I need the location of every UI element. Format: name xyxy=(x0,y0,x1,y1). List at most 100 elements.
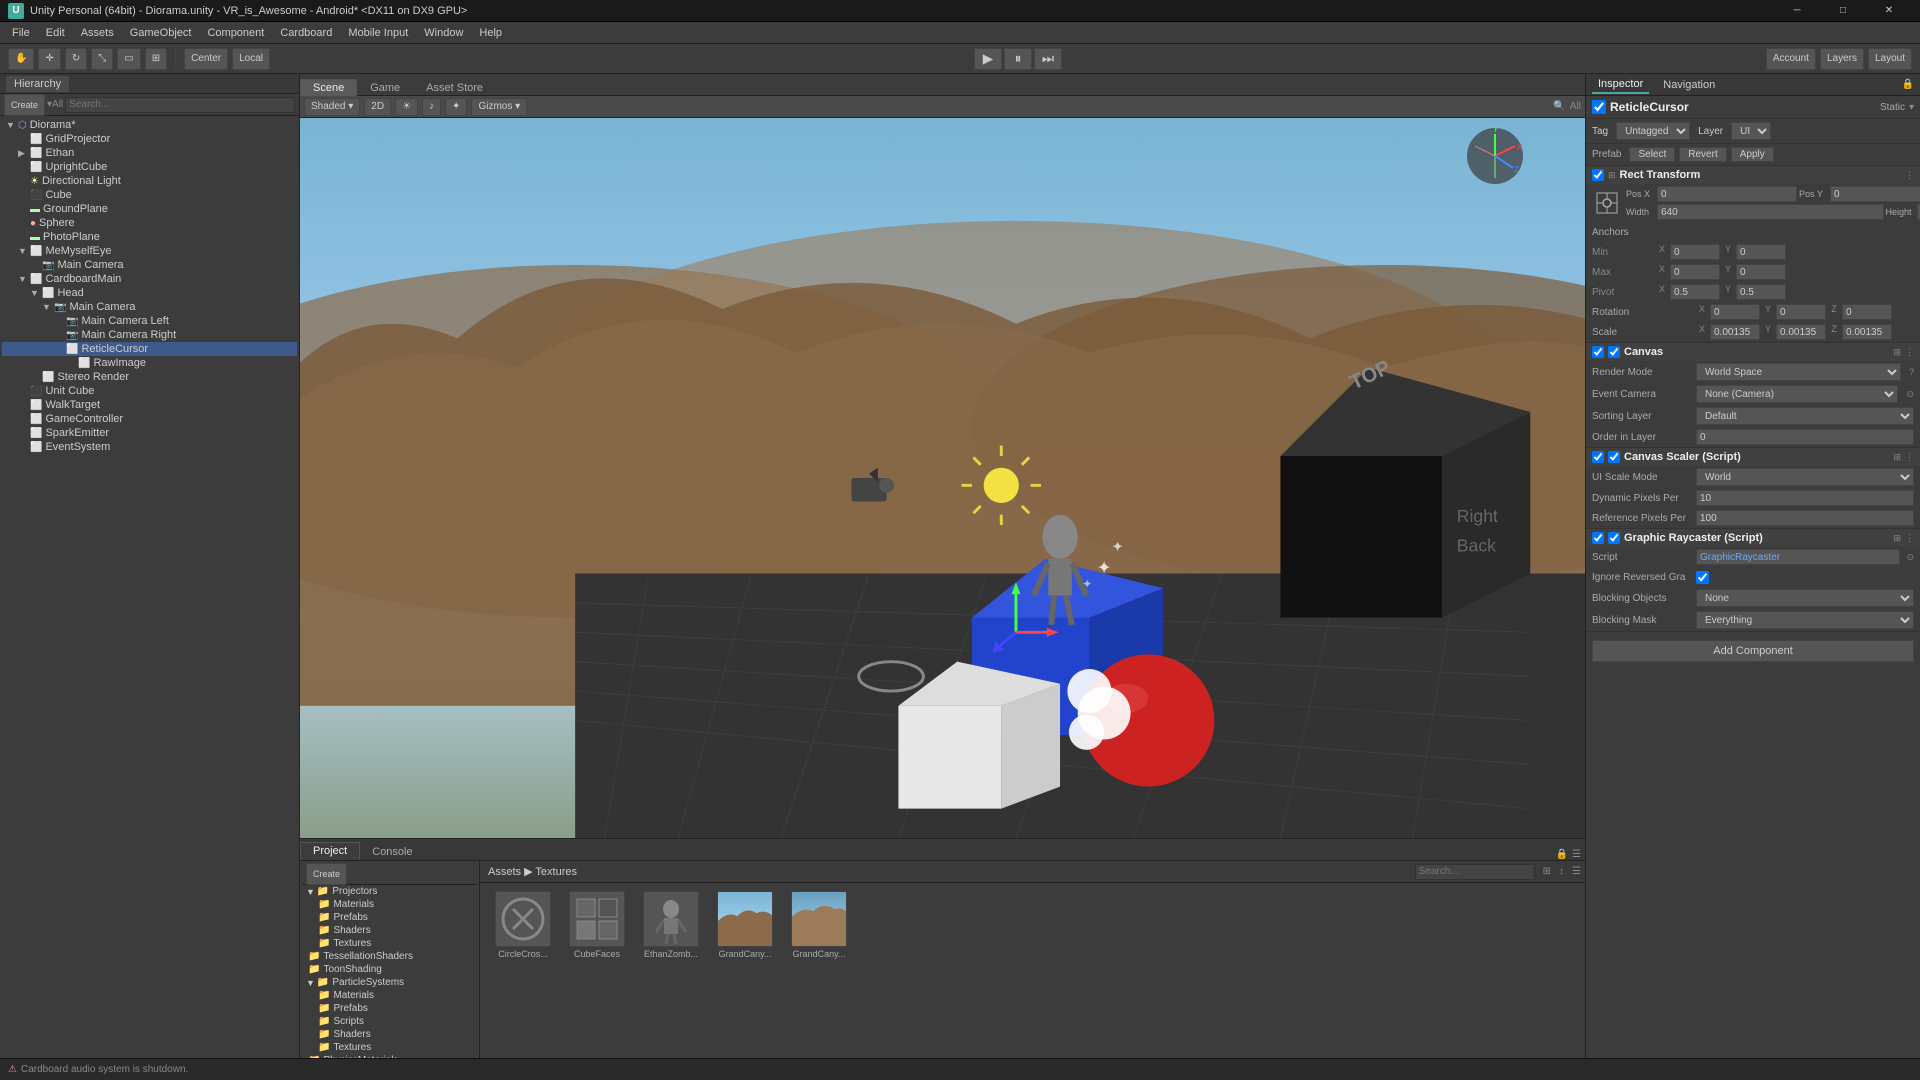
hier-item-walktarget[interactable]: ⬜ WalkTarget xyxy=(2,398,297,412)
rect-anchor-icon[interactable] xyxy=(1592,188,1622,218)
hier-item-head[interactable]: ▼ ⬜ Head xyxy=(2,286,297,300)
proj-item-toonshading[interactable]: 📁 ToonShading xyxy=(302,963,477,976)
graphic-raycaster-header[interactable]: Graphic Raycaster (Script) ⊞ ⋮ xyxy=(1586,529,1920,547)
proj-item-particlesystems[interactable]: ▼ 📁 ParticleSystems xyxy=(302,976,477,989)
hier-item-rawimage[interactable]: ⬜ RawImage xyxy=(2,356,297,370)
hier-item-cube[interactable]: ⬛ Cube xyxy=(2,188,297,202)
gr-checkbox[interactable] xyxy=(1592,532,1604,544)
tab-project[interactable]: Project xyxy=(300,842,360,860)
hier-item-photoplane[interactable]: ▬ PhotoPlane xyxy=(2,230,297,244)
project-create-button[interactable]: Create xyxy=(306,863,347,885)
order-field[interactable] xyxy=(1696,429,1914,445)
hier-item-gamecontroller[interactable]: ⬜ GameController xyxy=(2,412,297,426)
tab-inspector[interactable]: Inspector xyxy=(1592,76,1649,94)
close-button[interactable]: ✕ xyxy=(1866,0,1912,22)
rotate-tool[interactable]: ↻ xyxy=(65,48,87,70)
dyn-pixels-field[interactable] xyxy=(1696,490,1914,506)
effects-button[interactable]: ✦ xyxy=(445,98,467,116)
rot-x[interactable] xyxy=(1710,304,1760,320)
proj-item-ps-materials[interactable]: 📁 Materials xyxy=(302,989,477,1002)
tab-console[interactable]: Console xyxy=(360,844,424,860)
move-tool[interactable]: ✛ xyxy=(38,48,60,70)
minimize-button[interactable]: ─ xyxy=(1774,0,1820,22)
canvas-scaler-menu[interactable]: ⋮ xyxy=(1905,452,1914,463)
rot-z[interactable] xyxy=(1842,304,1892,320)
ui-scale-dropdown[interactable]: World xyxy=(1696,468,1914,486)
canvas-expand-icon[interactable]: ⊞ xyxy=(1893,347,1901,358)
proj-item-textures[interactable]: 📁 Textures xyxy=(302,937,477,950)
tab-navigation[interactable]: Navigation xyxy=(1657,77,1721,93)
hier-item-eventsystem[interactable]: ⬜ EventSystem xyxy=(2,440,297,454)
breadcrumb-textures[interactable]: Textures xyxy=(535,866,577,878)
pause-button[interactable]: ⏸ xyxy=(1004,48,1032,70)
menu-gameobject[interactable]: GameObject xyxy=(122,25,200,41)
canvas-scaler-enabled-checkbox[interactable] xyxy=(1608,451,1620,463)
menu-assets[interactable]: Assets xyxy=(73,25,122,41)
hier-item-gridprojector[interactable]: ⬜ GridProjector xyxy=(2,132,297,146)
asset-grandcanyon2[interactable]: GrandCany... xyxy=(784,891,854,959)
lights-button[interactable]: ☀ xyxy=(395,98,418,116)
asset-cubefaces[interactable]: CubeFaces xyxy=(562,891,632,959)
menu-mobileinput[interactable]: Mobile Input xyxy=(340,25,416,41)
tag-dropdown[interactable]: Untagged xyxy=(1616,122,1690,140)
asset-view-toggle[interactable]: ⊞ xyxy=(1543,866,1551,877)
2d-button[interactable]: 2D xyxy=(364,98,391,116)
asset-settings-icon[interactable]: ☰ xyxy=(1572,866,1581,877)
anchors-max-x[interactable] xyxy=(1670,264,1720,280)
hier-item-diorama[interactable]: ▼ ⬡ Diorama* xyxy=(2,118,297,132)
tab-scene[interactable]: Scene xyxy=(300,79,357,96)
hand-tool[interactable]: ✋ xyxy=(8,48,34,70)
rot-y[interactable] xyxy=(1776,304,1826,320)
rect-transform-header[interactable]: ⊞ Rect Transform ⋮ xyxy=(1586,166,1920,184)
add-component-button[interactable]: Add Component xyxy=(1592,640,1914,662)
hier-item-directionallight[interactable]: ☀ Directional Light xyxy=(2,174,297,188)
static-dropdown-arrow[interactable]: ▾ xyxy=(1909,102,1914,113)
gr-enabled-checkbox[interactable] xyxy=(1608,532,1620,544)
proj-item-ps-prefabs[interactable]: 📁 Prefabs xyxy=(302,1002,477,1015)
hier-item-stereorender[interactable]: ⬜ Stereo Render xyxy=(2,370,297,384)
anchors-min-x[interactable] xyxy=(1670,244,1720,260)
lock-icon[interactable]: 🔒 xyxy=(1556,849,1568,860)
apply-button[interactable]: Apply xyxy=(1731,147,1774,162)
center-button[interactable]: Center xyxy=(184,48,228,70)
scale-y[interactable] xyxy=(1776,324,1826,340)
account-button[interactable]: Account xyxy=(1766,48,1816,70)
hierarchy-search-input[interactable] xyxy=(65,97,295,113)
menu-edit[interactable]: Edit xyxy=(38,25,73,41)
hier-item-cardboardmain[interactable]: ▼ ⬜ CardboardMain xyxy=(2,272,297,286)
asset-circlecross[interactable]: CircleCros... xyxy=(488,891,558,959)
transform-tool[interactable]: ⊞ xyxy=(145,48,167,70)
rect-tool[interactable]: ▭ xyxy=(117,48,140,70)
local-button[interactable]: Local xyxy=(232,48,270,70)
proj-item-ps-shaders[interactable]: 📁 Shaders xyxy=(302,1028,477,1041)
blocking-objects-dropdown[interactable]: None xyxy=(1696,589,1914,607)
hier-item-maincam[interactable]: 📷 Main Camera xyxy=(2,258,297,272)
select-button[interactable]: Select xyxy=(1629,147,1675,162)
scale-z[interactable] xyxy=(1842,324,1892,340)
canvas-scaler-expand[interactable]: ⊞ xyxy=(1893,452,1901,463)
scale-tool[interactable]: ⤡ xyxy=(91,48,113,70)
render-mode-dropdown[interactable]: World Space xyxy=(1696,363,1901,381)
event-camera-circle[interactable]: ⊙ xyxy=(1906,389,1914,400)
canvas-header[interactable]: Canvas ⊞ ⋮ xyxy=(1586,343,1920,361)
menu-component[interactable]: Component xyxy=(199,25,272,41)
gr-expand[interactable]: ⊞ xyxy=(1893,533,1901,544)
settings-icon[interactable]: ☰ xyxy=(1572,849,1581,860)
render-mode-help[interactable]: ? xyxy=(1909,367,1914,377)
scene-view[interactable]: TOP Right Back xyxy=(300,118,1585,838)
ignore-reversed-checkbox[interactable] xyxy=(1696,571,1709,584)
sorting-layer-dropdown[interactable]: Default xyxy=(1696,407,1914,425)
ref-pixels-field[interactable] xyxy=(1696,510,1914,526)
blocking-mask-dropdown[interactable]: Everything xyxy=(1696,611,1914,629)
shaded-button[interactable]: Shaded ▾ xyxy=(304,98,360,116)
hierarchy-create-button[interactable]: Create xyxy=(4,94,45,116)
hier-item-sparkemitter[interactable]: ⬜ SparkEmitter xyxy=(2,426,297,440)
anchors-min-y[interactable] xyxy=(1736,244,1786,260)
proj-item-materials[interactable]: 📁 Materials xyxy=(302,898,477,911)
play-button[interactable]: ▶ xyxy=(974,48,1002,70)
asset-search-input[interactable] xyxy=(1415,864,1535,880)
posy-field[interactable] xyxy=(1830,186,1920,202)
canvas-menu-icon[interactable]: ⋮ xyxy=(1905,347,1914,358)
posx-field[interactable] xyxy=(1657,186,1797,202)
asset-grandcanyon1[interactable]: GrandCany... xyxy=(710,891,780,959)
